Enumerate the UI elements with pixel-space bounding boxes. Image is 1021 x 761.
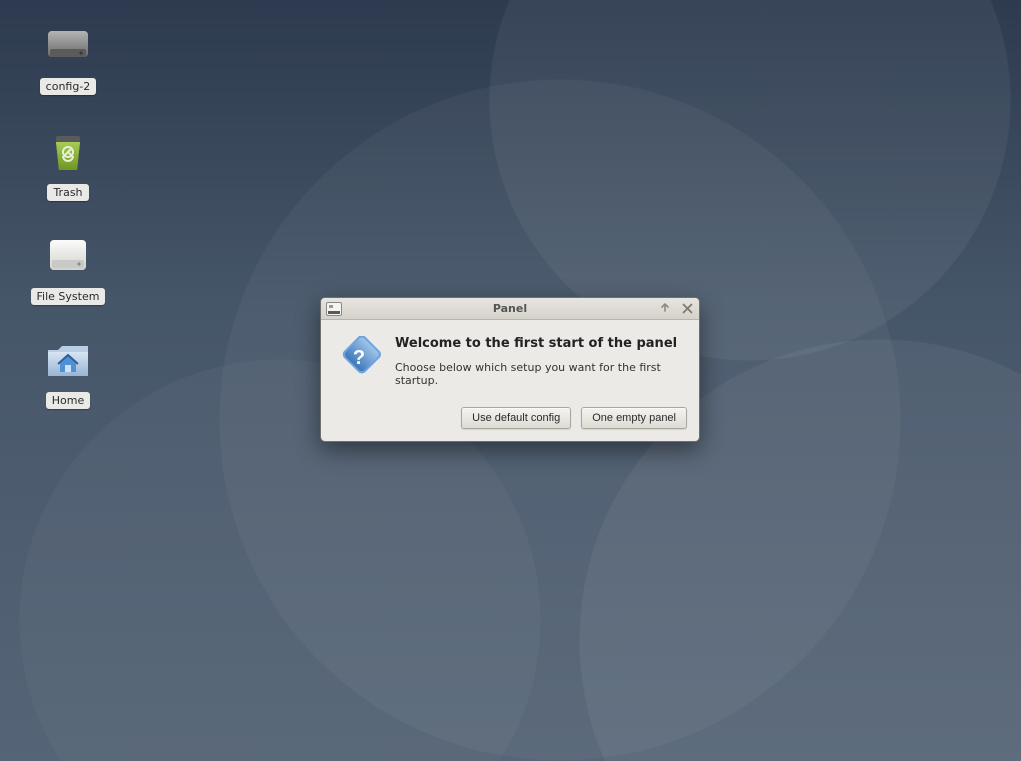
desktop-icon-filesystem[interactable]: File System bbox=[18, 232, 118, 305]
svg-text:?: ? bbox=[353, 347, 365, 369]
close-button[interactable] bbox=[679, 300, 695, 316]
desktop-icon-label: Home bbox=[46, 392, 90, 409]
dialog-message: Choose below which setup you want for th… bbox=[395, 361, 683, 387]
desktop-icon-label: config-2 bbox=[40, 78, 97, 95]
dialog-titlebar[interactable]: Panel bbox=[321, 298, 699, 320]
dialog-heading: Welcome to the first start of the panel bbox=[395, 336, 683, 351]
desktop-icon-trash[interactable]: Trash bbox=[18, 128, 118, 201]
desktop: config-2 Trash bbox=[0, 0, 1021, 761]
panel-dialog: Panel ? bbox=[320, 297, 700, 442]
panel-app-icon bbox=[326, 301, 342, 317]
question-icon: ? bbox=[337, 336, 381, 387]
dialog-title: Panel bbox=[493, 302, 527, 315]
desktop-icon-home[interactable]: Home bbox=[18, 336, 118, 409]
home-folder-icon bbox=[44, 336, 92, 384]
desktop-icon-label: File System bbox=[31, 288, 106, 305]
drive-icon bbox=[44, 22, 92, 70]
minimize-button[interactable] bbox=[657, 300, 673, 316]
use-default-config-button[interactable]: Use default config bbox=[461, 407, 571, 429]
trash-icon bbox=[44, 128, 92, 176]
drive-icon bbox=[44, 232, 92, 280]
one-empty-panel-button[interactable]: One empty panel bbox=[581, 407, 687, 429]
desktop-icon-label: Trash bbox=[47, 184, 88, 201]
desktop-icon-config2[interactable]: config-2 bbox=[18, 22, 118, 95]
